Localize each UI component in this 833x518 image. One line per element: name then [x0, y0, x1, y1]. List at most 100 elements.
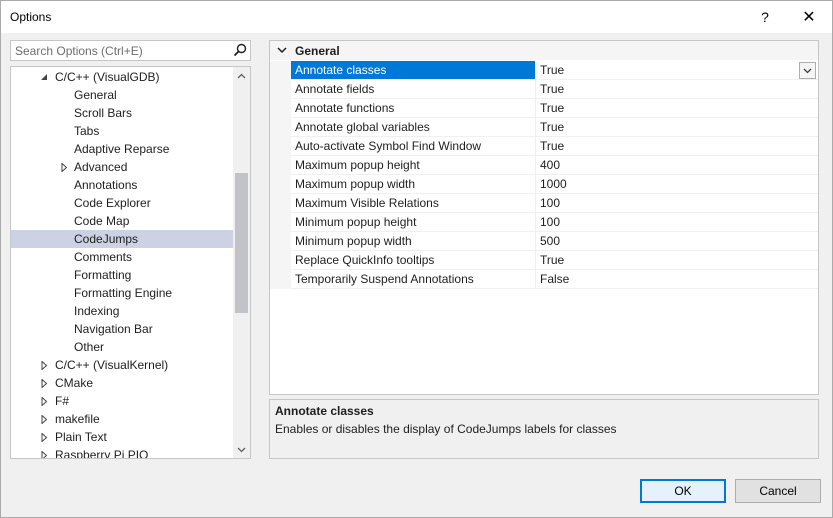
tree-item-label: Plain Text [55, 430, 107, 444]
property-row[interactable]: Annotate fields True [270, 80, 818, 99]
tree-item[interactable]: Navigation Bar [11, 320, 233, 338]
scroll-down-button[interactable] [233, 441, 250, 458]
row-gutter [270, 99, 291, 118]
search-input[interactable] [11, 41, 233, 60]
property-value-text: True [540, 139, 565, 153]
options-tree: C/C++ (VisualGDB) General Scroll Bars Tabs A… [10, 66, 251, 459]
tree-collapsed-icon[interactable] [39, 374, 49, 392]
tree-collapsed-icon[interactable] [39, 356, 49, 374]
tree-item[interactable]: General [11, 86, 233, 104]
property-name[interactable]: Annotate functions [291, 99, 535, 118]
property-row[interactable]: Maximum popup width 1000 [270, 175, 818, 194]
property-value[interactable]: True [535, 61, 818, 80]
property-value[interactable]: 100 [535, 213, 818, 232]
row-gutter [270, 232, 291, 251]
chevron-down-icon[interactable] [276, 43, 288, 57]
property-row[interactable]: Maximum Visible Relations 100 [270, 194, 818, 213]
tree-item[interactable]: F# [11, 392, 233, 410]
property-name[interactable]: Maximum Visible Relations [291, 194, 535, 213]
property-name[interactable]: Annotate classes [291, 61, 535, 80]
property-row[interactable]: Annotate classes True [270, 61, 818, 80]
property-value[interactable]: 100 [535, 194, 818, 213]
property-row[interactable]: Auto-activate Symbol Find Window True [270, 137, 818, 156]
tree-item[interactable]: Adaptive Reparse [11, 140, 233, 158]
help-button[interactable]: ? [745, 1, 785, 33]
property-row[interactable]: Minimum popup height 100 [270, 213, 818, 232]
tree-expanded-icon[interactable] [39, 68, 49, 86]
tree-item[interactable]: Code Explorer [11, 194, 233, 212]
tree-item[interactable]: Scroll Bars [11, 104, 233, 122]
tree-item[interactable]: Formatting [11, 266, 233, 284]
property-name[interactable]: Annotate global variables [291, 118, 535, 137]
tree-item[interactable]: Comments [11, 248, 233, 266]
tree-item[interactable]: Advanced [11, 158, 233, 176]
property-name[interactable]: Auto-activate Symbol Find Window [291, 137, 535, 156]
search-box [10, 40, 251, 61]
tree-item-label: Scroll Bars [74, 106, 133, 120]
property-name[interactable]: Maximum popup height [291, 156, 535, 175]
chevron-down-icon [237, 447, 246, 452]
description-text: Enables or disables the display of CodeJ… [275, 422, 617, 436]
description-title: Annotate classes [275, 404, 374, 418]
category-header[interactable]: General [270, 41, 818, 60]
property-row[interactable]: Annotate functions True [270, 99, 818, 118]
property-value-text: True [540, 82, 565, 96]
property-name[interactable]: Minimum popup width [291, 232, 535, 251]
chevron-up-icon [237, 73, 246, 78]
property-value[interactable]: True [535, 118, 818, 137]
scroll-thumb[interactable] [235, 173, 248, 313]
row-gutter [270, 194, 291, 213]
tree-item-label: Tabs [74, 124, 100, 138]
value-dropdown-button[interactable] [799, 62, 816, 79]
row-gutter [270, 137, 291, 156]
property-row[interactable]: Replace QuickInfo tooltips True [270, 251, 818, 270]
tree-collapsed-icon[interactable] [39, 428, 49, 446]
tree-item[interactable]: Annotations [11, 176, 233, 194]
tree-item[interactable]: Formatting Engine [11, 284, 233, 302]
tree-collapsed-icon[interactable] [39, 410, 49, 428]
property-value[interactable]: False [535, 270, 818, 289]
property-value[interactable]: True [535, 80, 818, 99]
property-value[interactable]: True [535, 99, 818, 118]
property-value[interactable]: 500 [535, 232, 818, 251]
property-name[interactable]: Minimum popup height [291, 213, 535, 232]
property-value[interactable]: 1000 [535, 175, 818, 194]
tree-item-label: CMake [55, 376, 94, 390]
tree-item[interactable]: Plain Text [11, 428, 233, 446]
tree-item[interactable]: Indexing [11, 302, 233, 320]
tree-collapsed-icon[interactable] [39, 446, 49, 458]
tree-item-label: General [74, 88, 117, 102]
cancel-button[interactable]: Cancel [735, 479, 821, 503]
tree-item[interactable]: Raspberry Pi PIO [11, 446, 233, 458]
scroll-up-button[interactable] [233, 67, 250, 84]
property-value[interactable]: True [535, 251, 818, 270]
property-value-text: True [540, 101, 565, 115]
tree-item[interactable]: Code Map [11, 212, 233, 230]
search-icon[interactable] [233, 43, 247, 57]
ok-button[interactable]: OK [640, 479, 726, 503]
tree-item-label: makefile [55, 412, 100, 426]
tree-item[interactable]: C/C++ (VisualKernel) [11, 356, 233, 374]
property-name[interactable]: Replace QuickInfo tooltips [291, 251, 535, 270]
tree-item[interactable]: CodeJumps [11, 230, 233, 248]
tree-item-label: CodeJumps [74, 232, 139, 246]
tree-item[interactable]: makefile [11, 410, 233, 428]
tree-item[interactable]: C/C++ (VisualGDB) [11, 68, 233, 86]
property-value[interactable]: 400 [535, 156, 818, 175]
tree-scrollbar[interactable] [233, 67, 250, 458]
property-name[interactable]: Annotate fields [291, 80, 535, 99]
tree-item[interactable]: CMake [11, 374, 233, 392]
tree-item[interactable]: Tabs [11, 122, 233, 140]
property-name[interactable]: Temporarily Suspend Annotations [291, 270, 535, 289]
property-row[interactable]: Temporarily Suspend Annotations False [270, 270, 818, 289]
tree-item[interactable]: Other [11, 338, 233, 356]
property-row[interactable]: Maximum popup height 400 [270, 156, 818, 175]
property-row[interactable]: Annotate global variables True [270, 118, 818, 137]
title-bar: Options ? ✕ [1, 1, 832, 33]
tree-collapsed-icon[interactable] [59, 158, 69, 176]
property-row[interactable]: Minimum popup width 500 [270, 232, 818, 251]
property-value[interactable]: True [535, 137, 818, 156]
property-name[interactable]: Maximum popup width [291, 175, 535, 194]
tree-collapsed-icon[interactable] [39, 392, 49, 410]
close-button[interactable]: ✕ [789, 1, 829, 33]
